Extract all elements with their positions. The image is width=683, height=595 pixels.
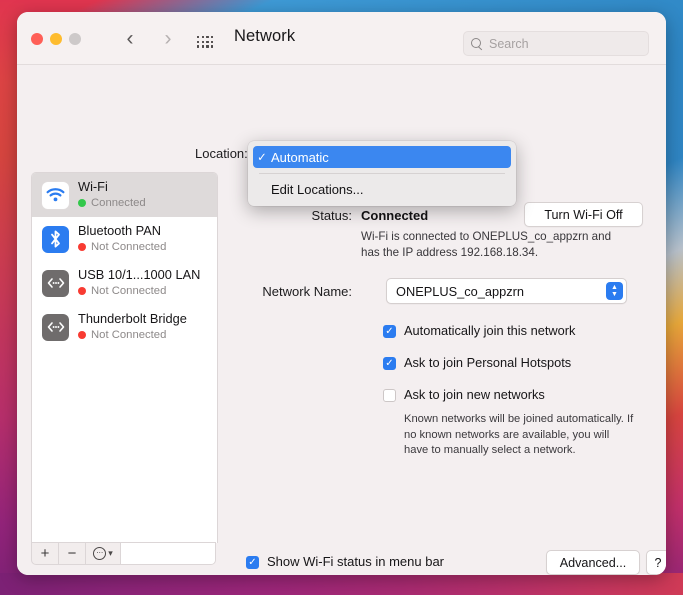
help-button[interactable]: ? (646, 550, 666, 575)
checkbox-label: Automatically join this network (404, 323, 576, 338)
turn-wifi-off-button[interactable]: Turn Wi-Fi Off (524, 202, 643, 227)
wifi-icon (42, 181, 69, 209)
status-dot (78, 287, 86, 295)
desktop-wallpaper-frame: ‹ › Network Search Location: Wi-Fi Conne… (0, 0, 683, 595)
checkmark-icon: ✓ (257, 152, 267, 164)
window-titlebar: ‹ › Network Search (17, 12, 666, 65)
status-dot (78, 199, 86, 207)
checkbox[interactable]: ✓ (383, 357, 396, 370)
close-button[interactable] (31, 33, 43, 45)
search-placeholder: Search (489, 36, 529, 51)
action-menu-icon: ⋯ (93, 547, 107, 560)
service-name: Bluetooth PAN (78, 224, 161, 238)
list-item[interactable]: USB 10/1...1000 LAN Not Connected (32, 261, 217, 305)
network-name-value: ONEPLUS_co_appzrn (396, 283, 525, 299)
toolbar-filler (121, 543, 215, 564)
auto-join-checkbox-row[interactable]: ✓ Automatically join this network (383, 324, 575, 338)
bluetooth-icon (42, 225, 69, 253)
menu-item-label: Edit Locations... (271, 181, 364, 197)
network-preferences-window: ‹ › Network Search Location: Wi-Fi Conne… (17, 12, 666, 575)
minimize-button[interactable] (50, 33, 62, 45)
network-name-stepper-icon: ▲ ▼ (606, 282, 623, 300)
known-networks-note: Known networks will be joined automatica… (404, 413, 634, 456)
service-status: Not Connected (78, 284, 200, 298)
menu-item-edit-locations[interactable]: Edit Locations... (253, 178, 511, 200)
service-status-label: Not Connected (91, 241, 167, 253)
checkbox[interactable]: ✓ (383, 325, 396, 338)
window-body: Location: Wi-Fi Connected Bluetooth PAN … (17, 65, 666, 575)
service-status-label: Connected (91, 197, 146, 209)
page-title: Network (234, 27, 296, 45)
checkbox-label: Ask to join new networks (404, 387, 545, 402)
location-dropdown-menu[interactable]: ✓ Automatic Edit Locations... (248, 141, 516, 206)
checkbox-label: Show Wi-Fi status in menu bar (267, 554, 445, 569)
service-status: Not Connected (78, 240, 166, 254)
chevron-down-icon: ▼ (611, 291, 618, 298)
remove-service-button[interactable]: − (59, 543, 86, 564)
service-status-label: Not Connected (91, 329, 167, 341)
checkbox[interactable] (383, 389, 396, 402)
wifi-detail-panel: Status: Connected Turn Wi-Fi Off Wi-Fi i… (216, 172, 666, 575)
services-list-toolbar[interactable]: + − ⋯ ▾ (31, 542, 216, 565)
location-label: Location: (195, 146, 248, 161)
advanced-button[interactable]: Advanced... (546, 550, 640, 575)
zoom-button[interactable] (69, 33, 81, 45)
personal-hotspots-checkbox-row[interactable]: ✓ Ask to join Personal Hotspots (383, 356, 571, 370)
chevron-down-icon: ▾ (108, 548, 113, 558)
ask-join-new-networks-checkbox-row[interactable]: Ask to join new networks (383, 388, 545, 402)
service-name: USB 10/1...1000 LAN (78, 268, 201, 282)
network-name-popup-button[interactable]: ONEPLUS_co_appzrn ▲ ▼ (386, 278, 627, 304)
service-name: Thunderbolt Bridge (78, 312, 187, 326)
status-label: Status: (311, 208, 352, 223)
service-status-label: Not Connected (91, 285, 167, 297)
checkbox-label: Ask to join Personal Hotspots (404, 355, 572, 370)
menu-separator (259, 173, 505, 174)
forward-button[interactable]: › (157, 27, 179, 51)
show-all-grid-icon[interactable] (197, 36, 214, 49)
list-item[interactable]: Wi-Fi Connected (32, 173, 217, 217)
menu-item-automatic[interactable]: ✓ Automatic (253, 146, 511, 168)
list-item[interactable]: Thunderbolt Bridge Not Connected (32, 305, 217, 349)
search-icon (471, 37, 483, 51)
network-name-label: Network Name: (262, 284, 352, 299)
action-menu-button[interactable]: ⋯ ▾ (86, 543, 121, 564)
status-dot (78, 331, 86, 339)
list-item[interactable]: Bluetooth PAN Not Connected (32, 217, 217, 261)
service-status: Not Connected (78, 328, 187, 342)
service-name: Wi-Fi (78, 180, 108, 194)
back-button[interactable]: ‹ (119, 27, 141, 51)
chevron-up-icon: ▲ (611, 284, 618, 291)
status-dot (78, 243, 86, 251)
add-service-button[interactable]: + (32, 543, 59, 564)
checkbox[interactable]: ✓ (246, 556, 259, 569)
show-wifi-status-checkbox-row[interactable]: ✓ Show Wi-Fi status in menu bar (246, 555, 444, 569)
status-description: Wi-Fi is connected to ONEPLUS_co_appzrn … (361, 230, 612, 259)
ethernet-icon (42, 269, 69, 297)
menu-item-label: Automatic (271, 149, 329, 165)
status-value: Connected (361, 208, 429, 223)
service-status: Connected (78, 196, 146, 210)
ethernet-icon (42, 313, 69, 341)
search-field[interactable]: Search (463, 31, 649, 56)
network-services-list[interactable]: Wi-Fi Connected Bluetooth PAN Not Connec… (31, 172, 218, 543)
